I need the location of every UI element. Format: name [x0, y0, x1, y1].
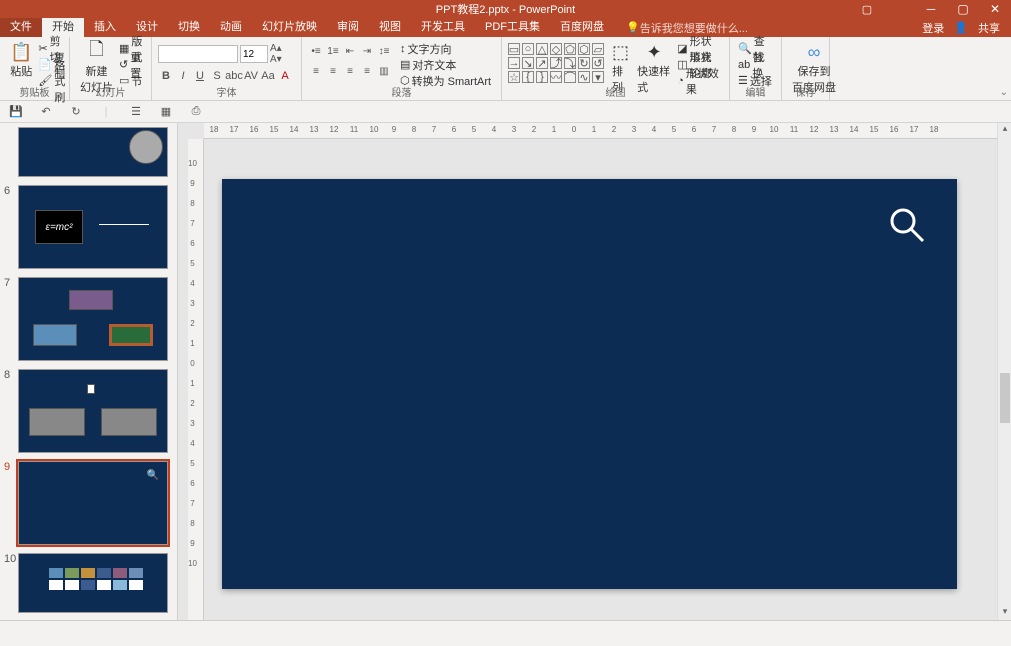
textdir-label: 文字方向 [408, 41, 452, 57]
share-icon: 👤 [954, 21, 968, 34]
tab-insert[interactable]: 插入 [84, 18, 126, 37]
close-button[interactable]: ✕ [979, 0, 1011, 18]
tab-review[interactable]: 审阅 [327, 18, 369, 37]
minimize-button[interactable]: ─ [915, 0, 947, 18]
horizontal-ruler: 1817161514131211109876543210123456789101… [204, 123, 1011, 139]
qat-tool3-icon[interactable]: ⎙ [188, 105, 204, 118]
slide-thumb-7[interactable] [18, 277, 168, 361]
text-direction-button[interactable]: ↕ 文字方向 [400, 41, 491, 56]
italic-button[interactable]: I [175, 68, 191, 84]
ribbon-display-icon[interactable]: ▢ [851, 3, 883, 16]
slide-canvas[interactable] [222, 179, 957, 589]
align-text-button[interactable]: ▤ 对齐文本 [400, 57, 491, 72]
thumb-number: 8 [4, 369, 10, 381]
thumb-number: 7 [4, 277, 10, 289]
justify-button[interactable]: ≡ [359, 63, 375, 79]
status-bar [0, 620, 1011, 646]
scroll-down-icon[interactable]: ▾ [998, 606, 1011, 620]
slide-thumb-9[interactable]: 🔍 [18, 461, 168, 545]
qat-redo-icon[interactable]: ↻ [68, 105, 84, 118]
group-save: 保存 [782, 84, 829, 99]
maximize-button[interactable]: ▢ [947, 0, 979, 18]
bullets-button[interactable]: •≡ [308, 43, 324, 59]
group-font: 字体 [152, 84, 301, 99]
slide-thumb-10[interactable] [18, 553, 168, 613]
slide-thumbnails-panel[interactable]: 6 ε=mc² 7 8 9 🔍 10 [0, 123, 178, 620]
reset-button[interactable]: ↺ 重置 [119, 57, 143, 72]
qat-tool1-icon[interactable]: ☰ [128, 105, 144, 118]
slide-edit-area[interactable]: 1817161514131211109876543210123456789101… [178, 123, 1011, 620]
magnify-icon: 🔍 [147, 470, 159, 481]
collapse-ribbon-icon[interactable]: ⌄ [1000, 87, 1008, 98]
slide-thumb-8[interactable] [18, 369, 168, 453]
tab-file[interactable]: 文件 [0, 18, 42, 37]
tab-baidu[interactable]: 百度网盘 [550, 18, 614, 37]
paste-label: 粘贴 [10, 63, 32, 79]
login-link[interactable]: 登录 [922, 20, 944, 36]
numbering-button[interactable]: 1≡ [325, 43, 341, 59]
align-right-button[interactable]: ≡ [342, 63, 358, 79]
shapes-gallery[interactable]: ▭○△◇⬠⬡▱ →↘↗⤴⤵↻↺ ☆{}〰⌒∿▾ [508, 43, 604, 83]
shadow-button[interactable]: abc [226, 68, 242, 84]
align-center-button[interactable]: ≡ [325, 63, 341, 79]
qat-undo-icon[interactable]: ↶ [38, 105, 54, 118]
underline-button[interactable]: U [192, 68, 208, 84]
group-paragraph: 段落 [302, 84, 501, 99]
thumb-number: 10 [4, 553, 16, 565]
font-family-input[interactable] [158, 45, 238, 63]
vertical-scrollbar[interactable]: ▴ ▾ [997, 123, 1011, 620]
replace-button[interactable]: ab 替换 [738, 57, 773, 72]
share-button[interactable]: 共享 [978, 20, 1000, 36]
tab-slideshow[interactable]: 幻灯片放映 [252, 18, 327, 37]
tab-animations[interactable]: 动画 [210, 18, 252, 37]
tab-devtools[interactable]: 开发工具 [411, 18, 475, 37]
font-color-button[interactable]: A [277, 68, 293, 84]
group-clipboard: 剪贴板 [0, 84, 69, 99]
tab-pdftools[interactable]: PDF工具集 [475, 18, 550, 37]
bold-button[interactable]: B [158, 68, 174, 84]
tab-view[interactable]: 视图 [369, 18, 411, 37]
paste-button[interactable]: 📋粘贴 [6, 39, 36, 81]
scroll-thumb[interactable] [1000, 373, 1010, 423]
tell-me-input[interactable]: 💡 告诉我您想要做什么... [626, 20, 748, 36]
scroll-up-icon[interactable]: ▴ [998, 123, 1011, 137]
columns-button[interactable]: ▥ [376, 63, 392, 79]
qat-tool2-icon[interactable]: ▦ [158, 105, 174, 118]
group-drawing: 绘图 [502, 84, 729, 99]
thumb-number: 6 [4, 185, 10, 197]
document-title: PPT教程2.pptx - PowerPoint [436, 1, 575, 17]
indent-dec-button[interactable]: ⇤ [342, 43, 358, 59]
vertical-ruler: 10987654321012345678910 [188, 139, 204, 620]
spacing-button[interactable]: AV [243, 68, 259, 84]
font-size-input[interactable] [240, 45, 268, 63]
indent-inc-button[interactable]: ⇥ [359, 43, 375, 59]
align-label: 对齐文本 [412, 57, 456, 73]
strike-button[interactable]: S [209, 68, 225, 84]
magnify-icon [887, 205, 927, 253]
case-button[interactable]: Aa [260, 68, 276, 84]
slide-thumb-6[interactable]: ε=mc² [18, 185, 168, 269]
tab-transitions[interactable]: 切换 [168, 18, 210, 37]
linespace-button[interactable]: ↕≡ [376, 43, 392, 59]
group-editing: 编辑 [730, 84, 781, 99]
qat-save-icon[interactable]: 💾 [8, 105, 24, 118]
group-slides: 幻灯片 [70, 84, 151, 99]
thumb-number: 9 [4, 461, 10, 473]
align-left-button[interactable]: ≡ [308, 63, 324, 79]
